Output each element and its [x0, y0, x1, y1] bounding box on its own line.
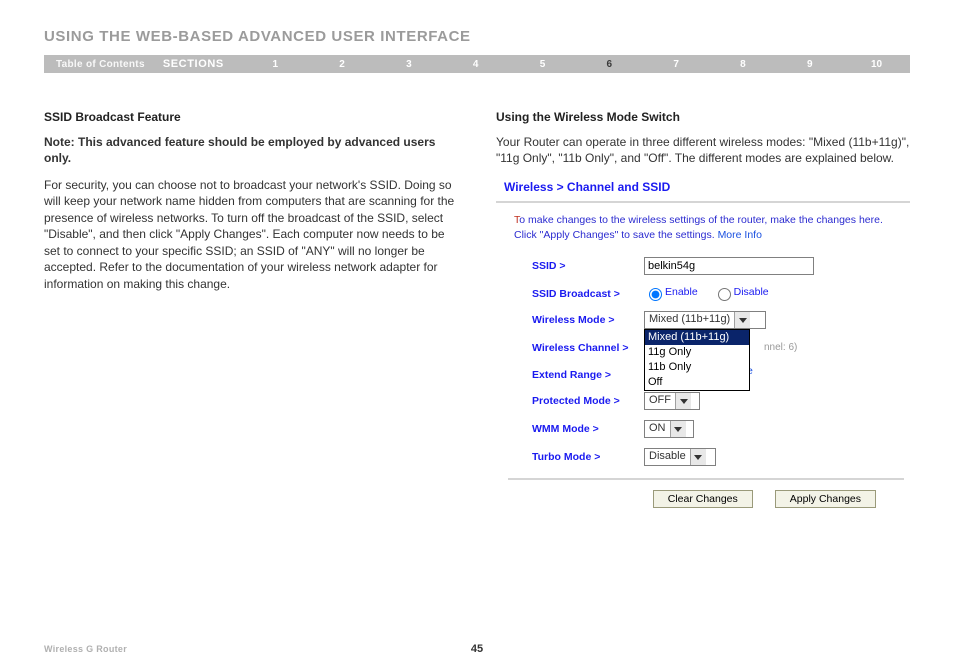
- dropdown-option[interactable]: Off: [645, 375, 749, 390]
- section-link[interactable]: 5: [509, 59, 576, 70]
- section-link[interactable]: 8: [710, 59, 777, 70]
- section-link[interactable]: 9: [776, 59, 843, 70]
- chevron-down-icon: [734, 312, 750, 328]
- section-link[interactable]: 4: [442, 59, 509, 70]
- ssid-broadcast-disable[interactable]: Disable: [713, 286, 769, 298]
- section-navbar: Table of Contents SECTIONS 1 2 3 4 5 6 7…: [44, 55, 910, 73]
- wireless-mode-dropdown[interactable]: Mixed (11b+11g) 11g Only 11b Only Off: [644, 329, 750, 391]
- right-column: Using the Wireless Mode Switch Your Rout…: [496, 109, 910, 522]
- label-extend-range: Extend Range >: [532, 366, 644, 382]
- intro-rest: o make changes to the wireless settings …: [514, 214, 883, 241]
- chevron-down-icon: [690, 449, 706, 465]
- ssid-input[interactable]: [644, 257, 814, 275]
- turbo-mode-value: Disable: [645, 449, 690, 464]
- left-heading: SSID Broadcast Feature: [44, 109, 458, 126]
- turbo-mode-select[interactable]: Disable: [644, 448, 716, 466]
- label-wireless-channel: Wireless Channel >: [532, 339, 644, 355]
- section-link[interactable]: 10: [843, 59, 910, 70]
- dropdown-option[interactable]: 11b Only: [645, 360, 749, 375]
- router-intro: To make changes to the wireless settings…: [514, 213, 904, 242]
- section-link[interactable]: 7: [643, 59, 710, 70]
- more-info-link[interactable]: More Info: [718, 229, 762, 241]
- right-heading: Using the Wireless Mode Switch: [496, 109, 910, 126]
- label-ssid-broadcast: SSID Broadcast >: [532, 285, 644, 301]
- footer-product-name: Wireless G Router: [44, 644, 127, 654]
- right-body: Your Router can operate in three differe…: [496, 134, 910, 167]
- router-breadcrumb: Wireless > Channel and SSID: [496, 177, 910, 202]
- label-wireless-mode: Wireless Mode >: [532, 311, 644, 327]
- router-ui: Wireless > Channel and SSID To make chan…: [496, 177, 910, 522]
- wmm-mode-select[interactable]: ON: [644, 420, 694, 438]
- dropdown-option[interactable]: 11g Only: [645, 345, 749, 360]
- section-link[interactable]: 3: [375, 59, 442, 70]
- label-protected-mode: Protected Mode >: [532, 392, 644, 408]
- wmm-mode-value: ON: [645, 421, 670, 436]
- sections-label: SECTIONS: [157, 58, 242, 70]
- radio-disable[interactable]: [718, 288, 731, 301]
- dropdown-option[interactable]: Mixed (11b+11g): [645, 330, 749, 345]
- protected-mode-select[interactable]: OFF: [644, 392, 700, 410]
- label-turbo-mode: Turbo Mode >: [532, 448, 644, 464]
- radio-enable-label: Enable: [665, 286, 698, 298]
- wireless-mode-select[interactable]: Mixed (11b+11g): [644, 311, 766, 329]
- toc-link[interactable]: Table of Contents: [44, 59, 157, 70]
- section-link[interactable]: 1: [242, 59, 309, 70]
- left-note: Note: This advanced feature should be em…: [44, 134, 458, 167]
- wireless-mode-value: Mixed (11b+11g): [645, 312, 734, 327]
- label-ssid: SSID >: [532, 257, 644, 273]
- section-numbers: 1 2 3 4 5 6 7 8 9 10: [242, 59, 910, 70]
- footer-page-number: 45: [471, 643, 483, 655]
- chevron-down-icon: [675, 393, 691, 409]
- protected-mode-value: OFF: [645, 393, 675, 408]
- clear-changes-button[interactable]: Clear Changes: [653, 490, 753, 508]
- left-column: SSID Broadcast Feature Note: This advanc…: [44, 109, 458, 522]
- label-wmm-mode: WMM Mode >: [532, 420, 644, 436]
- radio-disable-label: Disable: [734, 286, 769, 298]
- chevron-down-icon: [670, 421, 686, 437]
- section-link-active[interactable]: 6: [576, 59, 643, 70]
- left-body: For security, you can choose not to broa…: [44, 177, 458, 293]
- channel-hint: nnel: 6): [764, 341, 797, 355]
- ssid-broadcast-enable[interactable]: Enable: [644, 286, 698, 298]
- section-link[interactable]: 2: [309, 59, 376, 70]
- radio-enable[interactable]: [649, 288, 662, 301]
- apply-changes-button[interactable]: Apply Changes: [775, 490, 876, 508]
- page-title: USING THE WEB-BASED ADVANCED USER INTERF…: [44, 28, 910, 45]
- ssid-broadcast-group: Enable Disable: [644, 285, 781, 301]
